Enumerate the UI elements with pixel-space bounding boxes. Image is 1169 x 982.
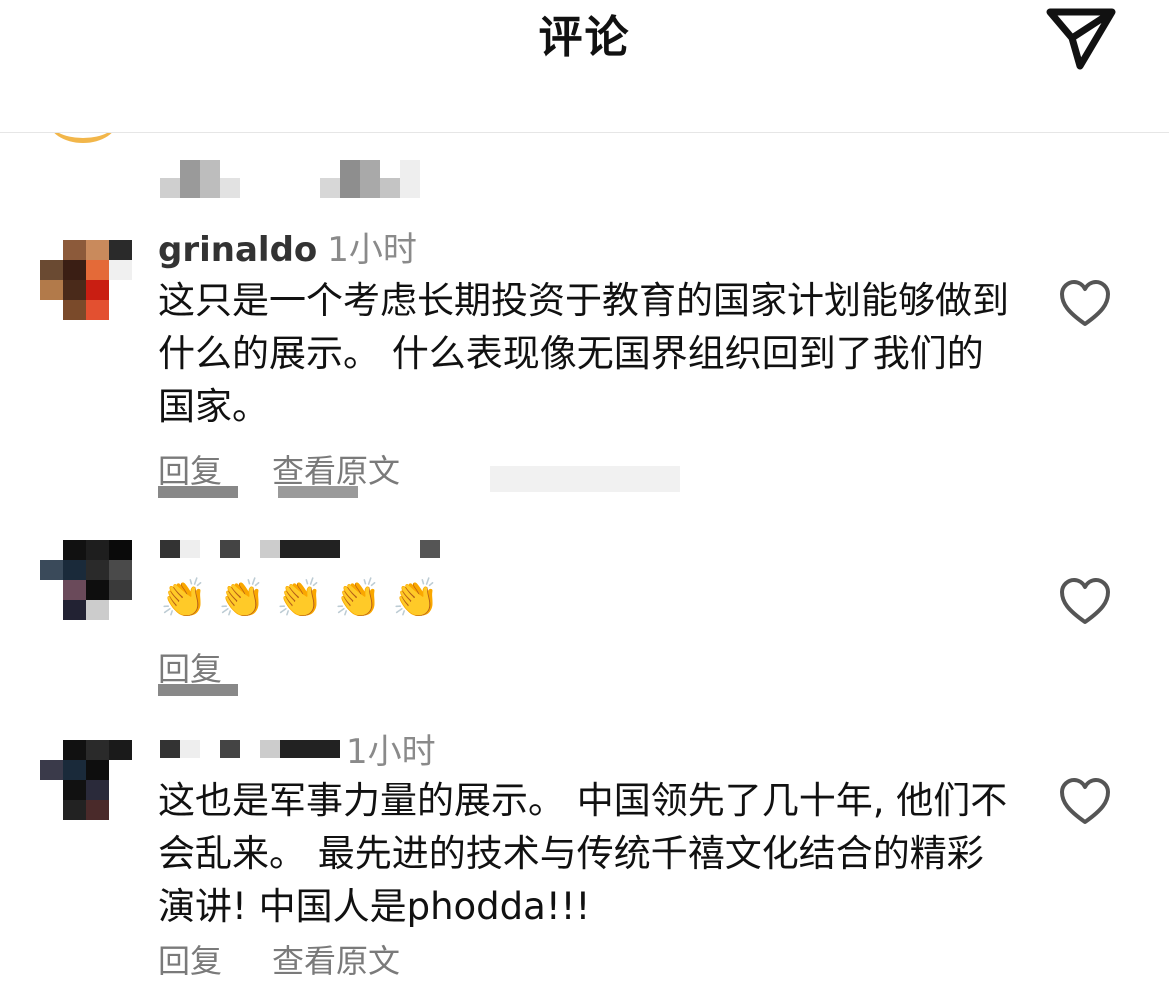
avatar[interactable]: [40, 540, 132, 620]
clap-emoji: 👏: [334, 576, 386, 620]
heart-icon[interactable]: [1058, 576, 1112, 626]
comment-time: 1小时: [346, 732, 436, 772]
clap-emoji: 👏: [218, 576, 270, 620]
heart-icon[interactable]: [1058, 776, 1112, 826]
clap-emoji: 👏: [392, 576, 444, 620]
blurred-username: [160, 740, 340, 758]
see-original-button[interactable]: 查看原文: [272, 936, 400, 982]
blurred-area: [158, 684, 238, 696]
comment-text: 这也是军事力量的展示。 中国领先了几十年, 他们不会乱来。 最先进的技术与传统千…: [158, 779, 1008, 928]
page-title: 评论: [538, 12, 631, 63]
comment-meta: grinaldo 1小时: [158, 222, 417, 271]
avatar[interactable]: [40, 740, 132, 820]
emoji-row: 👏 👏 👏 👏 👏: [160, 570, 450, 626]
username[interactable]: grinaldo: [158, 230, 317, 270]
avatar[interactable]: [40, 240, 132, 320]
clap-emoji: 👏: [160, 576, 212, 620]
comment-time: 1小时: [327, 230, 417, 270]
comment-meta: 1小时: [346, 724, 436, 773]
blurred-area: [160, 160, 420, 198]
blurred-username: [160, 540, 440, 558]
blurred-area: [158, 486, 358, 498]
reply-button[interactable]: 回复: [158, 936, 222, 982]
heart-icon[interactable]: [1058, 278, 1112, 328]
comment-actions: 回复 查看原文: [158, 936, 450, 982]
comments-header: 评论: [0, 0, 1169, 133]
paper-plane-icon[interactable]: [1040, 2, 1120, 74]
clap-emoji: 👏: [276, 576, 328, 620]
blurred-area: [490, 466, 680, 492]
comment-text: 这只是一个考虑长期投资于教育的国家计划能够做到什么的展示。 什么表现像无国界组织…: [158, 279, 1009, 428]
